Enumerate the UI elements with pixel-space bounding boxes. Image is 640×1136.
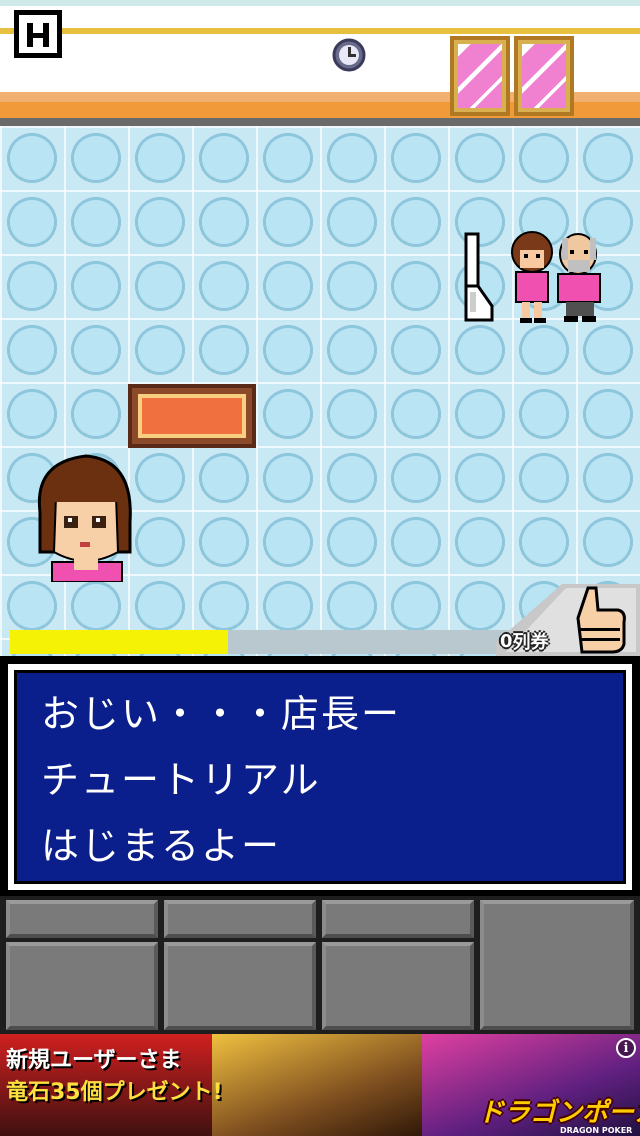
- action-slot[interactable]: [322, 942, 474, 1030]
- wall-baseboard: [0, 118, 640, 126]
- dialog-line: おじい・・・店長ー: [41, 692, 402, 736]
- ad-headline: 新規ユーザーさま: [6, 1048, 182, 1073]
- info-icon[interactable]: i: [616, 1038, 636, 1058]
- wall-stripe: [0, 28, 640, 34]
- action-slot[interactable]: [6, 942, 158, 1030]
- ad-artwork: [212, 1034, 422, 1136]
- shop-rug[interactable]: [128, 384, 256, 448]
- pause-button[interactable]: [14, 10, 62, 58]
- shop-window: [450, 36, 510, 116]
- action-slot[interactable]: [6, 900, 158, 938]
- npc-shopkeeper-sprite[interactable]: [554, 228, 606, 324]
- action-slot[interactable]: [322, 900, 474, 938]
- vacuum-cleaner[interactable]: [464, 232, 494, 322]
- dialog-line: チュートリアル: [41, 758, 321, 802]
- action-slot[interactable]: [480, 900, 634, 1030]
- shop-window: [514, 36, 574, 116]
- ticket-counter: 0 列券: [500, 628, 574, 654]
- thumbs-up-icon[interactable]: [572, 584, 630, 656]
- action-slot[interactable]: [164, 942, 316, 1030]
- ad-banner[interactable]: 新規ユーザーさま 竜石35個プレゼント! ドラゴンポーカー DRAGON POK…: [0, 1034, 640, 1136]
- dialog-panel: おじい・・・店長ー チュートリアル はじまるよー: [14, 670, 626, 884]
- npc-girl-sprite[interactable]: [508, 228, 556, 324]
- ticket-count-value: 0: [500, 630, 513, 652]
- wall-trim: [0, 0, 640, 6]
- pause-icon-bar: [43, 23, 49, 47]
- action-button-grid: [0, 896, 640, 1034]
- ad-logo-subtitle: DRAGON POKER: [560, 1126, 633, 1135]
- progress-fill: [10, 630, 228, 654]
- ad-headline: 竜石35個プレゼント!: [6, 1080, 223, 1105]
- action-slot[interactable]: [164, 900, 316, 938]
- dialog-box[interactable]: おじい・・・店長ー チュートリアル はじまるよー: [8, 664, 632, 890]
- dialog-line: はじまるよー: [41, 824, 282, 868]
- heroine-portrait: [37, 454, 132, 582]
- ticket-count-suffix: 列券: [512, 632, 549, 653]
- clock-icon: [332, 38, 366, 72]
- ad-logo: ドラゴンポーカー: [478, 1098, 640, 1128]
